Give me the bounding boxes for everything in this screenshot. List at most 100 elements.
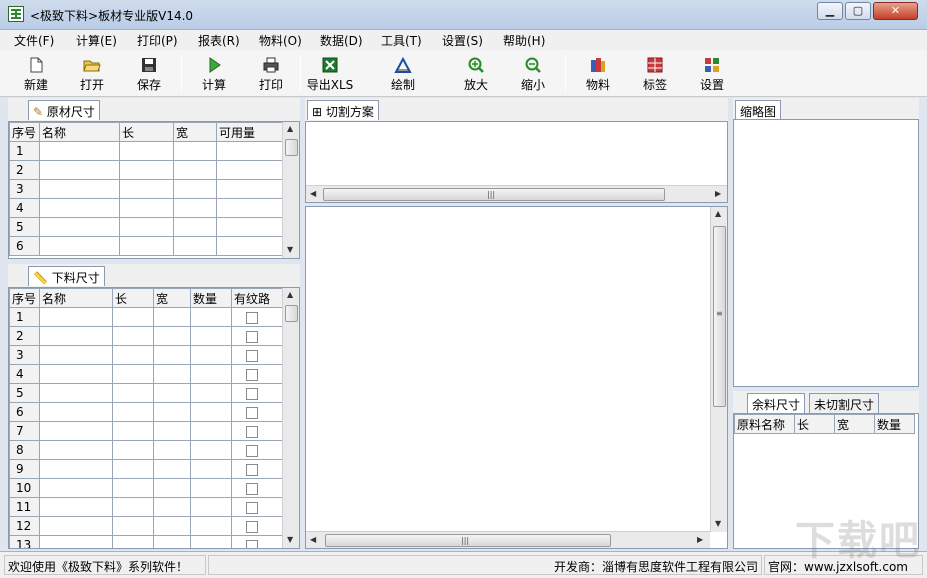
material-button[interactable]: 物料	[571, 54, 625, 94]
scroll-up-arrow[interactable]: ▲	[287, 290, 293, 299]
menu-print[interactable]: 打印(P)	[137, 32, 178, 49]
table-cell[interactable]	[112, 440, 154, 460]
grain-checkbox[interactable]	[246, 387, 258, 400]
col-length[interactable]: 长	[794, 414, 835, 434]
table-cell[interactable]	[119, 141, 174, 161]
minimize-button[interactable]: ▁	[817, 2, 843, 20]
grain-checkbox[interactable]	[246, 444, 258, 457]
col-index[interactable]: 序号	[9, 122, 40, 142]
table-cell[interactable]	[190, 459, 232, 479]
col-length[interactable]: 长	[112, 288, 154, 308]
scroll-down-arrow[interactable]: ▼	[287, 535, 293, 544]
table-row[interactable]: 8	[9, 440, 284, 460]
table-cell[interactable]	[190, 345, 232, 365]
tab-cut-size[interactable]: 📏 下料尺寸	[28, 266, 105, 286]
grain-checkbox[interactable]	[246, 463, 258, 476]
col-material-name[interactable]: 原料名称	[734, 414, 795, 434]
table-cell[interactable]	[119, 179, 174, 199]
table-cell[interactable]	[153, 497, 191, 517]
table-cell[interactable]	[39, 440, 113, 460]
col-width[interactable]: 宽	[834, 414, 875, 434]
table-cell[interactable]	[173, 198, 217, 218]
table-cell[interactable]	[153, 345, 191, 365]
table-cell[interactable]	[173, 217, 217, 237]
col-name[interactable]: 名称	[39, 122, 120, 142]
tab-cutting-plan[interactable]: ⊞ 切割方案	[307, 100, 379, 120]
thumbnail-panel[interactable]	[733, 119, 919, 387]
plan-list-hscrollbar[interactable]: ◀ ||| ▶	[306, 185, 727, 202]
scroll-left-arrow[interactable]: ◀	[310, 189, 316, 198]
scroll-thumb[interactable]: |||	[323, 188, 665, 201]
table-row[interactable]: 13	[9, 535, 284, 548]
table-cell[interactable]	[112, 364, 154, 384]
table-row[interactable]: 2	[9, 160, 284, 180]
menu-data[interactable]: 数据(D)	[320, 32, 363, 49]
table-cell[interactable]	[153, 516, 191, 536]
table-cell[interactable]	[39, 421, 113, 441]
table-cell[interactable]	[153, 440, 191, 460]
menu-file[interactable]: 文件(F)	[14, 32, 54, 49]
raw-vscrollbar[interactable]: ▲ ▼	[282, 122, 299, 258]
tab-thumbnail[interactable]: 缩略图	[735, 100, 782, 120]
cutting-plan-list[interactable]: ◀ ||| ▶	[305, 121, 728, 203]
table-row[interactable]: 10	[9, 478, 284, 498]
cutting-canvas[interactable]: ▲ ≡ ▼ ◀ ||| ▶	[305, 206, 728, 549]
table-cell[interactable]	[112, 326, 154, 346]
export-xls-button[interactable]: 导出XLS	[303, 54, 357, 94]
table-cell[interactable]	[39, 459, 113, 479]
table-row[interactable]: 6	[9, 236, 284, 256]
scroll-thumb[interactable]	[285, 305, 298, 322]
table-cell[interactable]	[112, 345, 154, 365]
table-cell[interactable]	[112, 307, 154, 327]
table-cell[interactable]	[39, 535, 113, 548]
grain-checkbox[interactable]	[246, 520, 258, 533]
table-row[interactable]: 9	[9, 459, 284, 479]
table-row[interactable]: 1	[9, 141, 284, 161]
label-button[interactable]: 标签	[628, 54, 682, 94]
table-cell[interactable]	[216, 217, 284, 237]
table-cell[interactable]	[216, 141, 284, 161]
table-row[interactable]: 4	[9, 364, 284, 384]
table-cell[interactable]	[39, 364, 113, 384]
table-cell[interactable]	[112, 459, 154, 479]
close-button[interactable]: ✕	[873, 2, 918, 20]
menu-settings[interactable]: 设置(S)	[442, 32, 483, 49]
scroll-thumb[interactable]: ≡	[713, 226, 726, 407]
table-cell[interactable]	[39, 402, 113, 422]
zoom-out-button[interactable]: 缩小	[506, 54, 560, 94]
table-cell[interactable]	[39, 516, 113, 536]
table-cell[interactable]	[119, 236, 174, 256]
table-cell[interactable]	[39, 307, 113, 327]
col-length[interactable]: 长	[119, 122, 174, 142]
table-cell[interactable]	[173, 141, 217, 161]
table-cell[interactable]	[112, 516, 154, 536]
scroll-up-arrow[interactable]: ▲	[287, 124, 293, 133]
tab-raw-size[interactable]: ✎ 原材尺寸	[28, 100, 100, 120]
table-cell[interactable]	[119, 160, 174, 180]
table-cell[interactable]	[112, 478, 154, 498]
col-index[interactable]: 序号	[9, 288, 40, 308]
table-cell[interactable]	[153, 326, 191, 346]
table-cell[interactable]	[153, 459, 191, 479]
table-cell[interactable]	[190, 307, 232, 327]
scroll-thumb[interactable]	[285, 139, 298, 156]
table-row[interactable]: 5	[9, 383, 284, 403]
menu-calc[interactable]: 计算(E)	[76, 32, 117, 49]
grain-checkbox[interactable]	[246, 501, 258, 514]
table-cell[interactable]	[39, 345, 113, 365]
table-cell[interactable]	[190, 497, 232, 517]
table-cell[interactable]	[39, 179, 120, 199]
col-available[interactable]: 可用量	[216, 122, 284, 142]
table-row[interactable]: 5	[9, 217, 284, 237]
table-cell[interactable]	[216, 160, 284, 180]
table-cell[interactable]	[153, 421, 191, 441]
table-row[interactable]: 2	[9, 326, 284, 346]
table-row[interactable]: 6	[9, 402, 284, 422]
grain-checkbox[interactable]	[246, 406, 258, 419]
table-cell[interactable]	[39, 497, 113, 517]
table-row[interactable]: 7	[9, 421, 284, 441]
table-cell[interactable]	[112, 497, 154, 517]
table-cell[interactable]	[153, 383, 191, 403]
col-grain[interactable]: 有纹路	[231, 288, 284, 308]
grain-checkbox[interactable]	[246, 311, 258, 324]
